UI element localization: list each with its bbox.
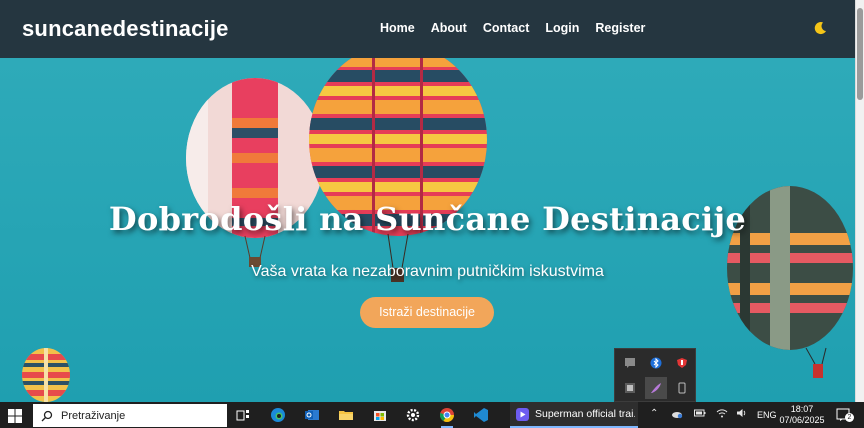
- hero-subtitle: Vaša vrata ka nezaboravnim putničkim isk…: [251, 263, 604, 280]
- nav-links: Home About Contact Login Register: [380, 21, 645, 35]
- nav-link-about[interactable]: About: [431, 21, 467, 35]
- chrome-icon[interactable]: [437, 405, 457, 428]
- video-app-icon: [516, 407, 529, 421]
- search-placeholder: Pretraživanje: [61, 409, 126, 422]
- taskbar-search-box[interactable]: Pretraživanje: [33, 404, 227, 427]
- app-icon[interactable]: [619, 377, 641, 399]
- browser-page: suncanedestinacije Home About Contact Lo…: [0, 0, 855, 402]
- taskbar: Pretraživanje Superman official trai... …: [0, 402, 864, 428]
- windows-start-icon[interactable]: [8, 408, 22, 423]
- battery-icon[interactable]: [694, 408, 706, 421]
- nav-link-register[interactable]: Register: [595, 21, 645, 35]
- tray-overflow-flyout: [614, 348, 696, 402]
- shield-icon[interactable]: [671, 352, 693, 374]
- input-language[interactable]: ENG: [757, 410, 777, 420]
- file-explorer-icon[interactable]: [336, 405, 356, 425]
- clock-date: 07/06/2025: [779, 415, 825, 425]
- page-scrollbar[interactable]: [855, 0, 864, 402]
- chat-icon[interactable]: [619, 352, 641, 374]
- nav-link-home[interactable]: Home: [380, 21, 415, 35]
- notification-center-icon[interactable]: 2: [835, 406, 854, 424]
- bluetooth-icon[interactable]: [645, 352, 667, 374]
- active-window-title: Superman official trai...: [535, 408, 635, 420]
- taskbar-active-window[interactable]: Superman official trai...: [510, 402, 638, 428]
- task-view-icon[interactable]: [233, 405, 253, 425]
- store-icon[interactable]: [370, 405, 390, 425]
- taskbar-clock[interactable]: 18:07 07/06/2025: [779, 404, 825, 426]
- cloud-icon[interactable]: [671, 408, 683, 423]
- nav-link-login[interactable]: Login: [545, 21, 579, 35]
- explore-destinations-button[interactable]: Istraži destinacije: [360, 297, 494, 328]
- settings-icon[interactable]: [403, 405, 423, 425]
- hero-title: Dobrodošli na Sunčane Destinacije: [108, 200, 747, 238]
- nav-link-contact[interactable]: Contact: [483, 21, 530, 35]
- wifi-icon[interactable]: [716, 408, 728, 421]
- edge-icon[interactable]: [268, 405, 288, 425]
- feather-icon[interactable]: [645, 377, 667, 399]
- scrollbar-thumb[interactable]: [857, 8, 863, 100]
- vscode-icon[interactable]: [471, 405, 491, 425]
- chevron-up-icon[interactable]: ⌃: [650, 408, 658, 419]
- navbar: suncanedestinacije Home About Contact Lo…: [0, 0, 855, 58]
- search-icon: [41, 410, 53, 421]
- outlook-icon[interactable]: [302, 405, 322, 425]
- moon-icon[interactable]: [812, 20, 828, 36]
- notification-count: 2: [845, 413, 854, 422]
- device-icon[interactable]: [671, 377, 693, 399]
- clock-time: 18:07: [790, 404, 814, 414]
- volume-icon[interactable]: [736, 408, 748, 421]
- site-brand[interactable]: suncanedestinacije: [22, 16, 229, 42]
- hero-section: Dobrodošli na Sunčane Destinacije Vaša v…: [0, 58, 855, 402]
